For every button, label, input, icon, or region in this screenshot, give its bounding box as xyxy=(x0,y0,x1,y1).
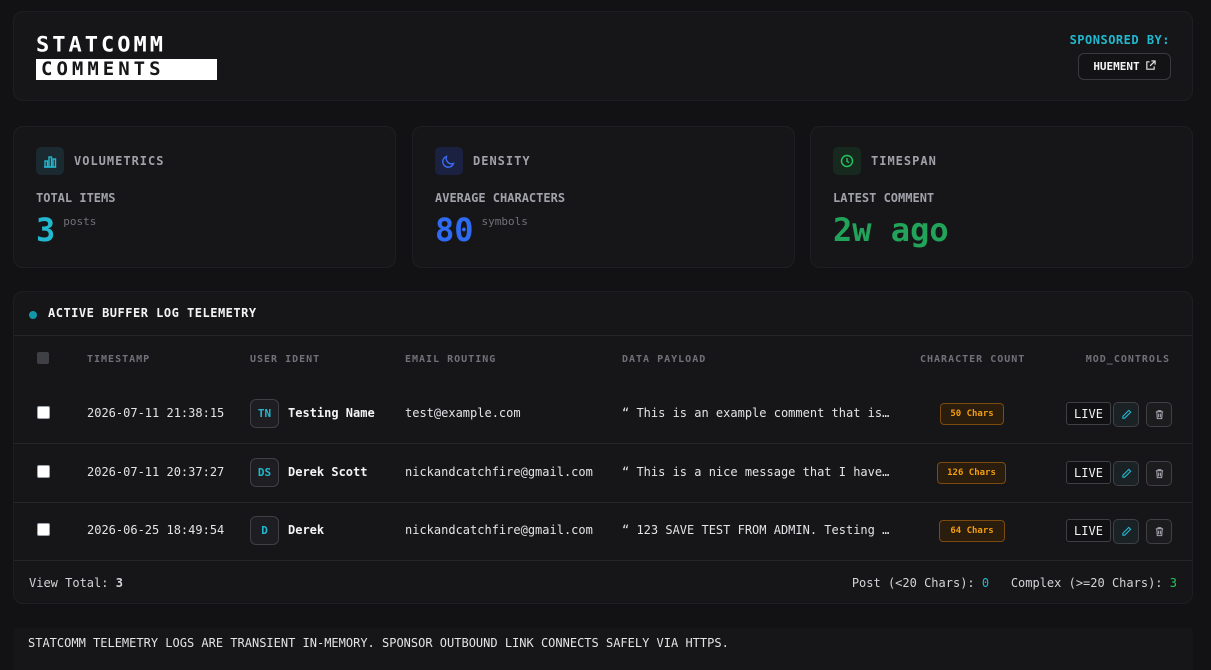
row-email: nickandcatchfire@gmail.com xyxy=(405,523,593,537)
divider xyxy=(14,335,1192,336)
sponsor-link-button[interactable]: HUEMENT xyxy=(1078,53,1171,80)
row-user-name: Derek xyxy=(288,523,325,537)
col-header-user: USER IDENT xyxy=(250,354,321,365)
col-header-email: EMAIL ROUTING xyxy=(405,354,497,365)
volumetrics-card: VOLUMETRICS TOTAL ITEMS 3 posts xyxy=(13,126,396,268)
col-header-timestamp: TIMESTAMP xyxy=(87,354,151,365)
status-dot-icon xyxy=(29,310,37,319)
header-card: STATCOMM COMMENTS SPONSORED BY: HUEMENT xyxy=(13,11,1193,101)
row-payload: “ This is an example comment that is use… xyxy=(622,406,890,420)
trash-icon xyxy=(1155,410,1163,420)
table-footer-divider xyxy=(14,560,1192,561)
row-timestamp: 2026-07-11 20:37:27 xyxy=(87,465,225,479)
table-row: 2026-07-11 20:37:27 DS Derek Scott nicka… xyxy=(14,444,1192,502)
statcomm-logo: STATCOMM COMMENTS xyxy=(36,34,217,80)
view-total-value: 3 xyxy=(115,576,123,590)
moon-icon xyxy=(435,147,463,175)
avatar: TN xyxy=(250,399,279,428)
table-title: ACTIVE BUFFER LOG TELEMETRY xyxy=(48,306,257,320)
stat-value: 3 xyxy=(36,211,56,249)
stat-title: DENSITY xyxy=(473,154,531,168)
trash-icon xyxy=(1155,469,1163,479)
pencil-icon xyxy=(1121,526,1131,536)
complex-value: 3 xyxy=(1169,576,1177,590)
row-checkbox[interactable] xyxy=(37,523,50,536)
row-email: nickandcatchfire@gmail.com xyxy=(405,465,593,479)
stat-unit: symbols xyxy=(481,215,528,228)
row-payload: “ This is a nice message that I have wri… xyxy=(622,465,890,479)
logo-top-text: STATCOMM xyxy=(36,33,166,58)
view-total-label: View Total: xyxy=(29,576,109,590)
avatar: D xyxy=(250,516,279,545)
stat-title: VOLUMETRICS xyxy=(74,154,165,168)
table-row: 2026-07-11 21:38:15 TN Testing Name test… xyxy=(14,385,1192,443)
avatar: DS xyxy=(250,458,279,487)
row-email: test@example.com xyxy=(405,406,521,420)
stat-label: LATEST COMMENT xyxy=(833,191,935,205)
density-card: DENSITY AVERAGE CHARACTERS 80 symbols xyxy=(412,126,795,268)
logo-bottom-text: COMMENTS xyxy=(36,59,217,80)
post-value: 0 xyxy=(981,576,990,590)
edit-button[interactable] xyxy=(1113,402,1139,427)
char-count-badge: 126 Chars xyxy=(937,462,1006,484)
live-status-button[interactable]: LIVE xyxy=(1066,402,1111,425)
char-count-badge: 64 Chars xyxy=(939,520,1005,542)
sponsor-name: HUEMENT xyxy=(1093,60,1140,73)
complex-label: Complex (>=20 Chars): xyxy=(1010,576,1163,590)
table-row: 2026-06-25 18:49:54 D Derek nickandcatch… xyxy=(14,502,1192,560)
pencil-icon xyxy=(1121,468,1131,478)
telemetry-table-card: ACTIVE BUFFER LOG TELEMETRY TIMESTAMP US… xyxy=(13,291,1193,604)
live-status-button[interactable]: LIVE xyxy=(1066,461,1111,484)
delete-button[interactable] xyxy=(1146,461,1172,486)
delete-button[interactable] xyxy=(1146,402,1172,427)
row-user-name: Derek Scott xyxy=(288,465,368,479)
edit-button[interactable] xyxy=(1113,461,1139,486)
select-all-checkbox[interactable] xyxy=(37,352,49,364)
col-header-payload: DATA PAYLOAD xyxy=(622,354,707,365)
row-user-name: Testing Name xyxy=(288,406,375,420)
trash-icon xyxy=(1155,527,1163,537)
pencil-icon xyxy=(1121,409,1131,419)
timespan-card: TIMESPAN LATEST COMMENT 2w ago xyxy=(810,126,1193,268)
stat-label: TOTAL ITEMS xyxy=(36,191,116,205)
edit-button[interactable] xyxy=(1113,519,1139,544)
telemetry-notice: STATCOMM TELEMETRY LOGS ARE TRANSIENT IN… xyxy=(13,628,1193,670)
col-header-controls: MOD_CONTROLS xyxy=(1085,354,1170,365)
stat-value: 80 xyxy=(435,211,474,249)
row-payload: “ 123 SAVE TEST FROM ADMIN. Testing one … xyxy=(622,523,890,537)
stat-value: 2w ago xyxy=(833,211,949,249)
live-status-button[interactable]: LIVE xyxy=(1066,519,1111,542)
clock-icon xyxy=(833,147,861,175)
row-checkbox[interactable] xyxy=(37,406,50,419)
row-timestamp: 2026-07-11 21:38:15 xyxy=(87,406,225,420)
stat-title: TIMESPAN xyxy=(871,154,937,168)
external-link-icon xyxy=(1145,59,1156,74)
bar-chart-icon xyxy=(36,147,64,175)
char-count-badge: 50 Chars xyxy=(940,403,1004,425)
view-total: View Total: 3 xyxy=(29,576,123,590)
row-timestamp: 2026-06-25 18:49:54 xyxy=(87,523,225,537)
delete-button[interactable] xyxy=(1146,519,1172,544)
sponsor-label: SPONSORED BY: xyxy=(1069,33,1170,47)
char-summary: Post (<20 Chars): 0 Complex (>=20 Chars)… xyxy=(852,576,1177,590)
row-checkbox[interactable] xyxy=(37,465,50,478)
col-header-chars: CHARACTER COUNT xyxy=(920,354,1026,365)
stat-label: AVERAGE CHARACTERS xyxy=(435,191,566,205)
stat-unit: posts xyxy=(63,215,97,228)
post-label: Post (<20 Chars): xyxy=(851,576,975,590)
